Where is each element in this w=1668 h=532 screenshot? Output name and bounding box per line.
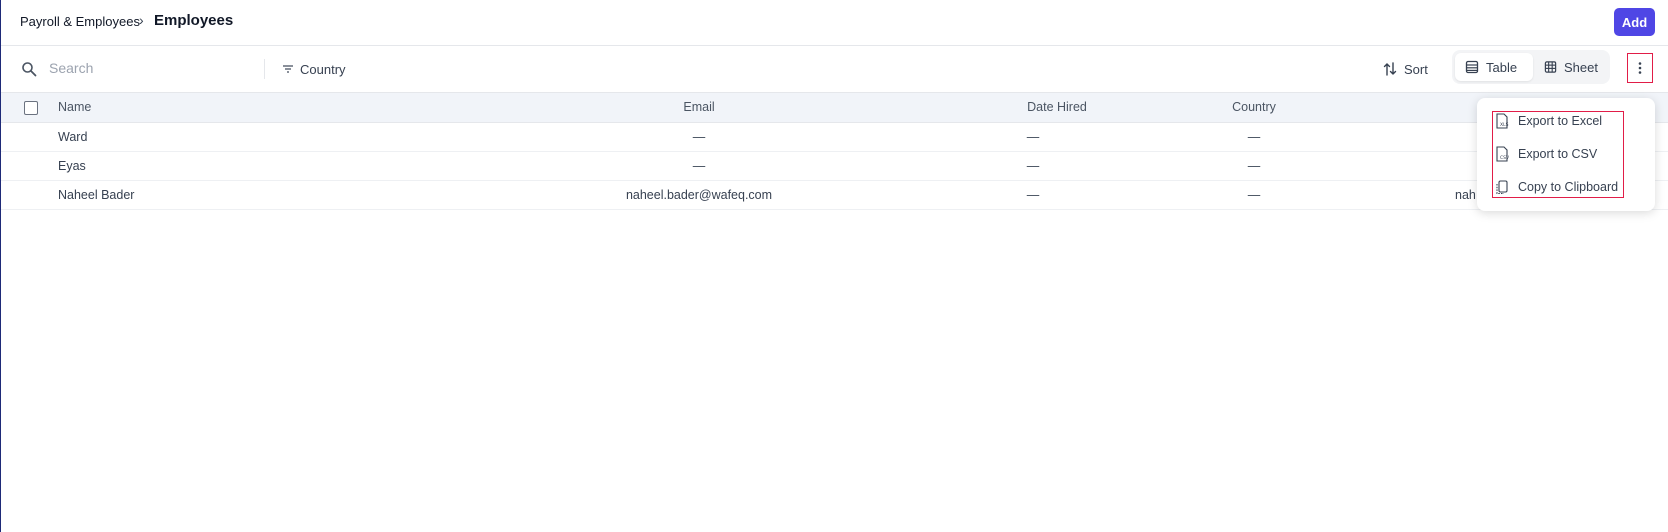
search-input[interactable]	[49, 58, 249, 78]
toolbar-divider	[264, 59, 265, 79]
cell-date-hired: —	[1026, 130, 1040, 144]
menu-item-export-excel[interactable]: XLS Export to Excel	[1495, 110, 1602, 132]
column-header-country[interactable]: Country	[1232, 100, 1276, 114]
search-icon	[22, 62, 37, 77]
column-header-email[interactable]: Email	[683, 100, 714, 114]
cell-country: —	[1247, 130, 1261, 144]
country-filter-button[interactable]: Country	[282, 59, 346, 79]
more-vertical-icon	[1638, 62, 1642, 74]
cell-email: —	[692, 159, 706, 173]
select-all-checkbox[interactable]	[24, 101, 38, 115]
table-row[interactable]: Naheel Bader naheel.bader@wafeq.com — — …	[1, 181, 1668, 210]
table-header-row: Name Email Date Hired Country	[1, 93, 1668, 123]
add-button[interactable]: Add	[1614, 8, 1655, 36]
cell-date-hired: —	[1026, 159, 1040, 173]
cell-name: Eyas	[58, 159, 86, 173]
page-title: Employees	[154, 12, 234, 29]
breadcrumb-separator: ›	[139, 12, 144, 28]
csv-file-icon: CSV	[1496, 146, 1509, 162]
sort-icon	[1383, 62, 1397, 76]
sort-button[interactable]: Sort	[1383, 59, 1428, 79]
xls-file-icon: XLS	[1496, 113, 1509, 129]
clipboard-icon	[1496, 180, 1508, 195]
menu-item-label: Copy to Clipboard	[1518, 180, 1619, 194]
view-table-label: Table	[1486, 59, 1518, 75]
filter-label: Country	[300, 61, 346, 77]
breadcrumb-parent[interactable]: Payroll & Employees	[20, 14, 140, 29]
cell-name: Naheel Bader	[58, 188, 135, 202]
cell-email: —	[692, 130, 706, 144]
table-row[interactable]: Ward — — —	[1, 123, 1668, 152]
menu-item-label: Export to Excel	[1518, 114, 1603, 128]
view-sheet-label: Sheet	[1564, 59, 1598, 75]
view-table-button[interactable]: Table	[1455, 53, 1533, 81]
view-sheet-button[interactable]: Sheet	[1534, 53, 1608, 81]
column-header-name[interactable]: Name	[58, 100, 91, 114]
cell-name: Ward	[58, 130, 88, 144]
page-header: Payroll & Employees › Employees Add	[1, 0, 1668, 46]
cell-email: naheel.bader@wafeq.com	[625, 188, 773, 202]
view-toggle: Table Sheet	[1452, 50, 1610, 84]
menu-item-copy-clipboard[interactable]: Copy to Clipboard	[1495, 176, 1618, 198]
more-options-button[interactable]	[1627, 53, 1653, 83]
column-header-date-hired[interactable]: Date Hired	[1027, 100, 1087, 114]
cell-truncated-value: nah	[1455, 188, 1476, 202]
menu-item-label: Export to CSV	[1518, 147, 1598, 161]
filter-icon	[283, 65, 293, 73]
menu-item-export-csv[interactable]: CSV Export to CSV	[1495, 143, 1597, 165]
svg-text:XLS: XLS	[1500, 122, 1509, 128]
cell-country: —	[1247, 159, 1261, 173]
toolbar: Country Sort Table She	[1, 46, 1668, 93]
table-view-icon	[1465, 60, 1479, 74]
more-options-menu: XLS Export to Excel CSV Export to CSV Co…	[1477, 98, 1655, 211]
svg-text:CSV: CSV	[1500, 155, 1509, 161]
sort-label: Sort	[1404, 61, 1428, 77]
cell-country: —	[1247, 188, 1261, 202]
sheet-view-icon	[1544, 61, 1557, 73]
cell-date-hired: —	[1026, 188, 1040, 202]
table-row[interactable]: Eyas — — —	[1, 152, 1668, 181]
